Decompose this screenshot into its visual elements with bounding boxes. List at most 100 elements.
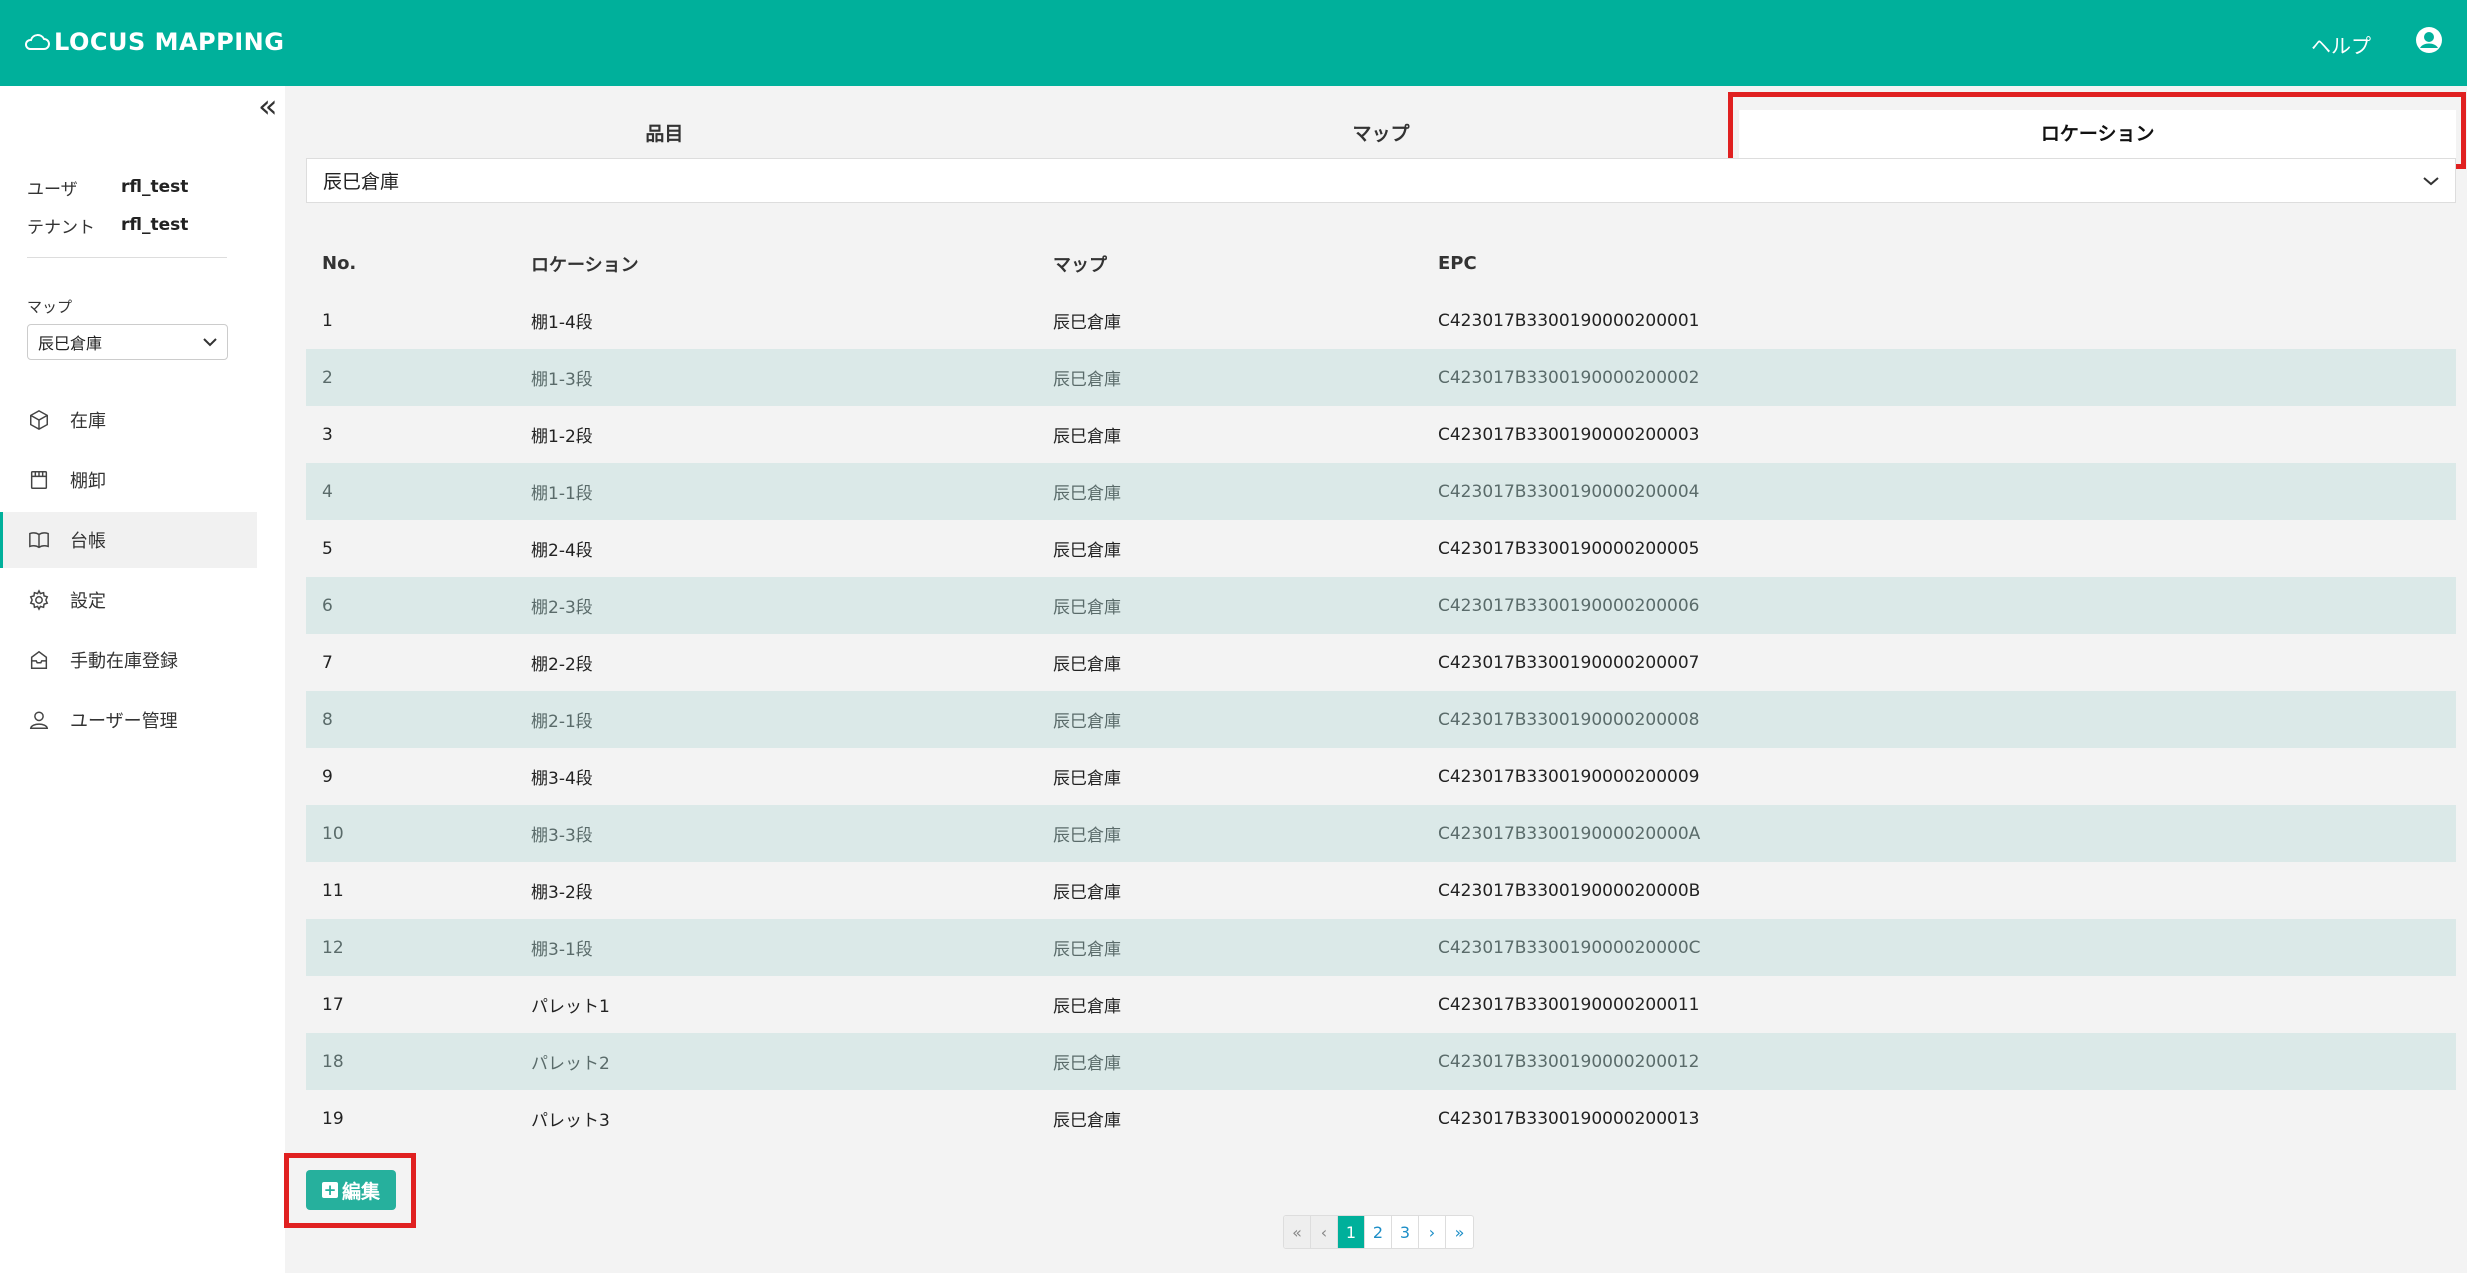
table-row[interactable]: 6 棚2-3段 辰巳倉庫 C423017B3300190000200006 [306, 577, 2456, 634]
cell-epc: C423017B3300190000200008 [1438, 709, 1700, 730]
calendar-icon [30, 471, 48, 489]
cell-map: 辰巳倉庫 [1053, 1054, 1121, 1074]
page-last[interactable]: » [1446, 1216, 1473, 1248]
cell-map: 辰巳倉庫 [1053, 655, 1121, 675]
cell-epc: C423017B3300190000200004 [1438, 481, 1700, 502]
sidebar-item-label: ユーザー管理 [70, 711, 178, 732]
cell-no: 10 [322, 823, 344, 844]
table-row[interactable]: 11 棚3-2段 辰巳倉庫 C423017B330019000020000B [306, 862, 2456, 919]
location-table: No. ロケーション マップ EPC 1 棚1-4段 辰巳倉庫 C423017B330… [306, 235, 2456, 1147]
cell-map: 辰巳倉庫 [1053, 370, 1121, 390]
edit-button[interactable]: + 編集 [306, 1170, 396, 1210]
table-row[interactable]: 12 棚3-1段 辰巳倉庫 C423017B330019000020000C [306, 919, 2456, 976]
cell-no: 9 [322, 766, 333, 787]
book-icon [29, 532, 49, 549]
page-2[interactable]: 2 [1365, 1216, 1392, 1248]
cell-map: 辰巳倉庫 [1053, 712, 1121, 732]
table-row[interactable]: 7 棚2-2段 辰巳倉庫 C423017B3300190000200007 [306, 634, 2456, 691]
column-header-no: No. [322, 253, 357, 274]
warehouse-select[interactable]: 辰巳倉庫 [306, 158, 2456, 203]
map-select[interactable]: 辰巳倉庫 [27, 324, 228, 360]
tab-items[interactable]: 品目 [306, 110, 1023, 158]
cell-location: 棚1-4段 [531, 313, 593, 333]
sidebar-divider [27, 257, 227, 258]
cell-map: 辰巳倉庫 [1053, 1111, 1121, 1131]
cell-map: 辰巳倉庫 [1053, 826, 1121, 846]
sidebar-item-stocktake[interactable]: 棚卸 [0, 452, 257, 508]
table-row[interactable]: 19 パレット3 辰巳倉庫 C423017B3300190000200013 [306, 1090, 2456, 1147]
box-icon [30, 409, 48, 431]
sidebar-item-label: 手動在庫登録 [70, 651, 178, 672]
cell-no: 19 [322, 1108, 344, 1129]
tenant-value: rfl_test [121, 215, 189, 235]
map-select-label: マップ [27, 298, 73, 316]
sidebar-item-ledger[interactable]: 台帳 [0, 512, 257, 568]
tab-location[interactable]: ロケーション [1739, 110, 2457, 158]
sidebar-item-inventory[interactable]: 在庫 [0, 392, 257, 448]
cell-map: 辰巳倉庫 [1053, 883, 1121, 903]
cell-no: 2 [322, 367, 333, 388]
sidebar-item-label: 台帳 [70, 531, 106, 552]
page-next[interactable]: › [1419, 1216, 1446, 1248]
collapse-sidebar-icon[interactable]: « [258, 90, 278, 122]
cell-location: パレット2 [531, 1054, 610, 1074]
sidebar-item-label: 在庫 [70, 411, 106, 432]
pagination: « ‹ 1 2 3 › » [1283, 1215, 1474, 1249]
page-first[interactable]: « [1284, 1216, 1311, 1248]
cell-location: 棚2-1段 [531, 712, 593, 732]
table-row[interactable]: 10 棚3-3段 辰巳倉庫 C423017B330019000020000A [306, 805, 2456, 862]
cell-no: 1 [322, 310, 333, 331]
table-row[interactable]: 3 棚1-2段 辰巳倉庫 C423017B3300190000200003 [306, 406, 2456, 463]
warehouse-select-value: 辰巳倉庫 [323, 171, 400, 193]
cloud-icon [24, 34, 50, 50]
tenant-label: テナント [27, 217, 95, 238]
help-link[interactable]: ヘルプ [2311, 30, 2371, 59]
cell-location: 棚1-2段 [531, 427, 593, 447]
gear-icon [29, 589, 49, 611]
cell-epc: C423017B330019000020000A [1438, 823, 1701, 844]
cell-location: パレット1 [531, 997, 610, 1017]
sidebar-item-user-management[interactable]: ユーザー管理 [0, 692, 257, 748]
sidebar-item-label: 設定 [70, 591, 106, 612]
cell-no: 17 [322, 994, 344, 1015]
cell-map: 辰巳倉庫 [1053, 598, 1121, 618]
tab-map[interactable]: マップ [1023, 110, 1740, 158]
column-header-epc: EPC [1438, 253, 1477, 274]
cell-no: 8 [322, 709, 333, 730]
table-row[interactable]: 8 棚2-1段 辰巳倉庫 C423017B3300190000200008 [306, 691, 2456, 748]
table-row[interactable]: 5 棚2-4段 辰巳倉庫 C423017B3300190000200005 [306, 520, 2456, 577]
table-row[interactable]: 18 パレット2 辰巳倉庫 C423017B3300190000200012 [306, 1033, 2456, 1090]
column-header-location: ロケーション [531, 254, 639, 276]
map-select-value: 辰巳倉庫 [38, 334, 103, 353]
cell-location: 棚2-3段 [531, 598, 593, 618]
cell-no: 11 [322, 880, 344, 901]
sidebar: « ユーザ rfl_test テナント rfl_test マップ 辰巳倉庫 在庫 棚… [0, 86, 285, 1273]
table-row[interactable]: 9 棚3-4段 辰巳倉庫 C423017B3300190000200009 [306, 748, 2456, 805]
cell-location: 棚2-4段 [531, 541, 593, 561]
chevron-down-icon [2423, 176, 2439, 185]
cell-epc: C423017B3300190000200006 [1438, 595, 1700, 616]
cell-location: パレット3 [531, 1111, 610, 1131]
account-circle-icon[interactable] [2415, 26, 2443, 54]
page-1[interactable]: 1 [1338, 1216, 1365, 1248]
top-bar: LOCUS MAPPING ヘルプ [0, 0, 2467, 86]
sidebar-item-manual-stock[interactable]: 手動在庫登録 [0, 632, 257, 688]
cell-map: 辰巳倉庫 [1053, 484, 1121, 504]
cell-map: 辰巳倉庫 [1053, 313, 1121, 333]
cell-map: 辰巳倉庫 [1053, 940, 1121, 960]
app-logo[interactable]: LOCUS MAPPING [24, 28, 284, 56]
sidebar-item-settings[interactable]: 設定 [0, 572, 257, 628]
table-row[interactable]: 2 棚1-3段 辰巳倉庫 C423017B3300190000200002 [306, 349, 2456, 406]
cell-epc: C423017B3300190000200009 [1438, 766, 1700, 787]
page-prev[interactable]: ‹ [1311, 1216, 1338, 1248]
plus-square-icon: + [321, 1181, 338, 1199]
cell-location: 棚2-2段 [531, 655, 593, 675]
table-row[interactable]: 1 棚1-4段 辰巳倉庫 C423017B3300190000200001 [306, 292, 2456, 349]
cell-location: 棚3-1段 [531, 940, 593, 960]
cell-location: 棚3-4段 [531, 769, 593, 789]
table-row[interactable]: 17 パレット1 辰巳倉庫 C423017B3300190000200011 [306, 976, 2456, 1033]
cell-epc: C423017B3300190000200012 [1438, 1051, 1700, 1072]
sidebar-nav: 在庫 棚卸 台帳 設定 手動在庫登録 ユーザー管理 [0, 392, 257, 752]
table-row[interactable]: 4 棚1-1段 辰巳倉庫 C423017B3300190000200004 [306, 463, 2456, 520]
page-3[interactable]: 3 [1392, 1216, 1419, 1248]
